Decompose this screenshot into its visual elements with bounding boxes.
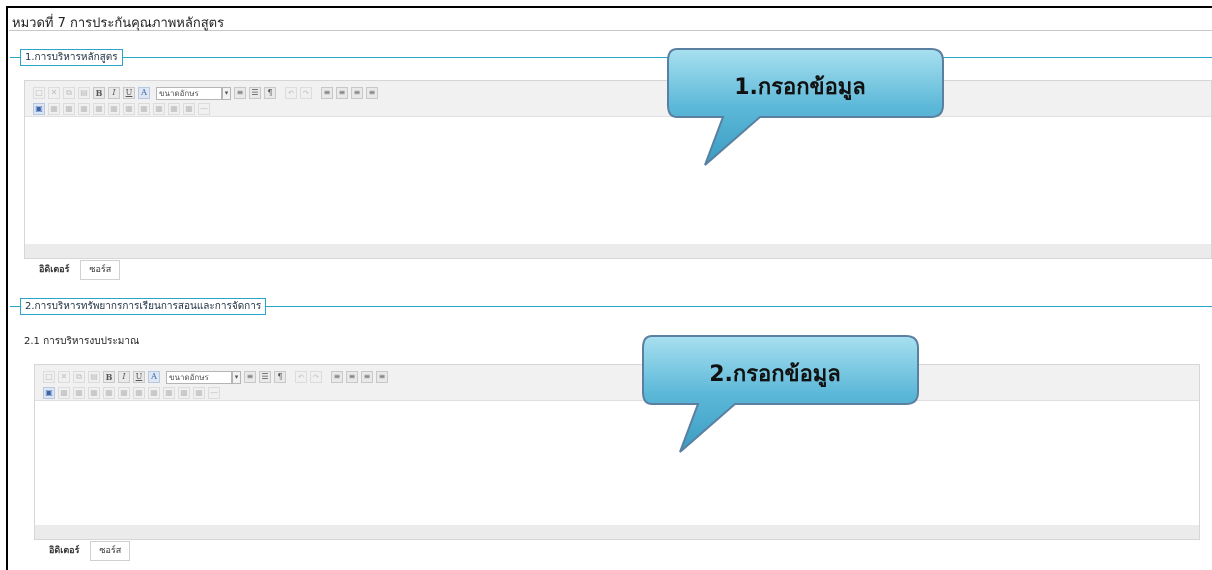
undo-icon[interactable]: ↶ [295,371,307,383]
link-icon[interactable]: ▦ [193,387,205,399]
image-icon[interactable]: ▣ [33,103,45,115]
table-icon[interactable]: ▦ [48,103,60,115]
toolbar-row-1: □ ✕ ⧉ ▤ B I U A ขนาดอักษร ▾ ≡ ☰ ¶ ↶ ↷ ≡ ≡… [43,370,391,384]
align-left-icon[interactable]: ≡ [321,87,333,99]
callout-1-text: 1.กรอกข้อมูล [734,75,866,100]
numbered-list-icon[interactable]: ☰ [249,87,261,99]
bold-icon[interactable]: B [103,371,115,383]
callout-1: 1.กรอกข้อมูล [665,43,950,168]
copy-icon[interactable]: ⧉ [63,87,75,99]
font-color-icon[interactable]: A [148,371,160,383]
section-1-legend: 1.การบริหารหลักสูตร [20,49,123,66]
new-doc-icon[interactable]: □ [33,87,45,99]
delete-column-icon[interactable]: ▦ [118,387,130,399]
numbered-list-icon[interactable]: ☰ [259,371,271,383]
font-size-select[interactable]: ขนาดอักษร ▾ [156,86,231,100]
section-2-legend: 2.การบริหารทรัพยากรการเรียนการสอนและการจ… [20,298,267,315]
delete-column-icon[interactable]: ▦ [108,103,120,115]
bullet-list-icon[interactable]: ≡ [244,371,256,383]
cut-icon[interactable]: ✕ [58,371,70,383]
section-1-divider [10,57,1212,58]
image-icon[interactable]: ▣ [43,387,55,399]
page-title: หมวดที่ 7 การประกันคุณภาพหลักสูตร [9,5,1212,31]
table-props-icon[interactable]: ▦ [178,387,190,399]
paste-icon[interactable]: ▤ [78,87,90,99]
speech-bubble-shape [642,335,919,453]
split-cells-icon[interactable]: ▦ [148,387,160,399]
callout-2: 2.กรอกข้อมูล [640,330,925,455]
underline-icon[interactable]: U [133,371,145,383]
font-color-icon[interactable]: A [138,87,150,99]
tab-source[interactable]: ซอร์ส [90,541,131,561]
link-icon[interactable]: ▦ [183,103,195,115]
toolbar-row-2: ▣ ▦ ▦ ▦ ▦ ▦ ▦ ▦ ▦ ▦ ▦ — [33,102,213,116]
italic-icon[interactable]: I [108,87,120,99]
new-doc-icon[interactable]: □ [43,371,55,383]
copy-icon[interactable]: ⧉ [73,371,85,383]
hr-icon[interactable]: — [208,387,220,399]
insert-row-icon[interactable]: ▦ [73,387,85,399]
section-1-editor[interactable]: □ ✕ ⧉ ▤ B I U A ขนาดอักษร ▾ ≡ ☰ ¶ ↶ ↷ ≡ ≡… [24,80,1212,259]
tab-editor[interactable]: อิดิเตอร์ [30,260,78,280]
speech-bubble-shape [667,48,944,166]
insert-row-icon[interactable]: ▦ [63,103,75,115]
align-center-icon[interactable]: ≡ [336,87,348,99]
chevron-down-icon[interactable]: ▾ [232,370,241,384]
tab-editor[interactable]: อิดิเตอร์ [40,541,88,561]
italic-icon[interactable]: I [118,371,130,383]
justify-icon[interactable]: ≡ [376,371,388,383]
paste-icon[interactable]: ▤ [88,371,100,383]
align-left-icon[interactable]: ≡ [331,371,343,383]
bold-icon[interactable]: B [93,87,105,99]
tab-source[interactable]: ซอร์ส [80,260,121,280]
align-center-icon[interactable]: ≡ [346,371,358,383]
cell-props-icon[interactable]: ▦ [163,387,175,399]
insert-column-icon[interactable]: ▦ [78,103,90,115]
justify-icon[interactable]: ≡ [366,87,378,99]
cut-icon[interactable]: ✕ [48,87,60,99]
merge-cells-icon[interactable]: ▦ [133,387,145,399]
table-icon[interactable]: ▦ [58,387,70,399]
font-size-select[interactable]: ขนาดอักษร ▾ [166,370,241,384]
paragraph-icon[interactable]: ¶ [274,371,286,383]
redo-icon[interactable]: ↷ [310,371,322,383]
table-props-icon[interactable]: ▦ [168,103,180,115]
editor-toolbar: □ ✕ ⧉ ▤ B I U A ขนาดอักษร ▾ ≡ ☰ ¶ ↶ ↷ ≡ ≡… [35,365,1199,401]
section-1-mode-tabs: อิดิเตอร์ ซอร์ส [30,260,122,282]
toolbar-row-2: ▣ ▦ ▦ ▦ ▦ ▦ ▦ ▦ ▦ ▦ ▦ — [43,386,223,400]
editor-toolbar: □ ✕ ⧉ ▤ B I U A ขนาดอักษร ▾ ≡ ☰ ¶ ↶ ↷ ≡ ≡… [25,81,1211,117]
align-right-icon[interactable]: ≡ [351,87,363,99]
insert-column-icon[interactable]: ▦ [88,387,100,399]
section-2-editor[interactable]: □ ✕ ⧉ ▤ B I U A ขนาดอักษร ▾ ≡ ☰ ¶ ↶ ↷ ≡ ≡… [34,364,1200,540]
bullet-list-icon[interactable]: ≡ [234,87,246,99]
toolbar-row-1: □ ✕ ⧉ ▤ B I U A ขนาดอักษร ▾ ≡ ☰ ¶ ↶ ↷ ≡ ≡… [33,86,381,100]
font-size-select-label: ขนาดอักษร [159,88,199,98]
editor-text-area[interactable] [25,117,1211,258]
delete-row-icon[interactable]: ▦ [93,103,105,115]
hr-icon[interactable]: — [198,103,210,115]
paragraph-icon[interactable]: ¶ [264,87,276,99]
cell-props-icon[interactable]: ▦ [153,103,165,115]
undo-icon[interactable]: ↶ [285,87,297,99]
redo-icon[interactable]: ↷ [300,87,312,99]
chevron-down-icon[interactable]: ▾ [222,86,231,100]
align-right-icon[interactable]: ≡ [361,371,373,383]
subsection-2-1-label: 2.1 การบริหารงบประมาณ [24,336,140,347]
editor-text-area[interactable] [35,401,1199,539]
font-size-select-label: ขนาดอักษร [169,372,209,382]
delete-row-icon[interactable]: ▦ [103,387,115,399]
split-cells-icon[interactable]: ▦ [138,103,150,115]
section-2-mode-tabs: อิดิเตอร์ ซอร์ส [40,541,132,563]
merge-cells-icon[interactable]: ▦ [123,103,135,115]
callout-2-text: 2.กรอกข้อมูล [709,362,841,387]
underline-icon[interactable]: U [123,87,135,99]
